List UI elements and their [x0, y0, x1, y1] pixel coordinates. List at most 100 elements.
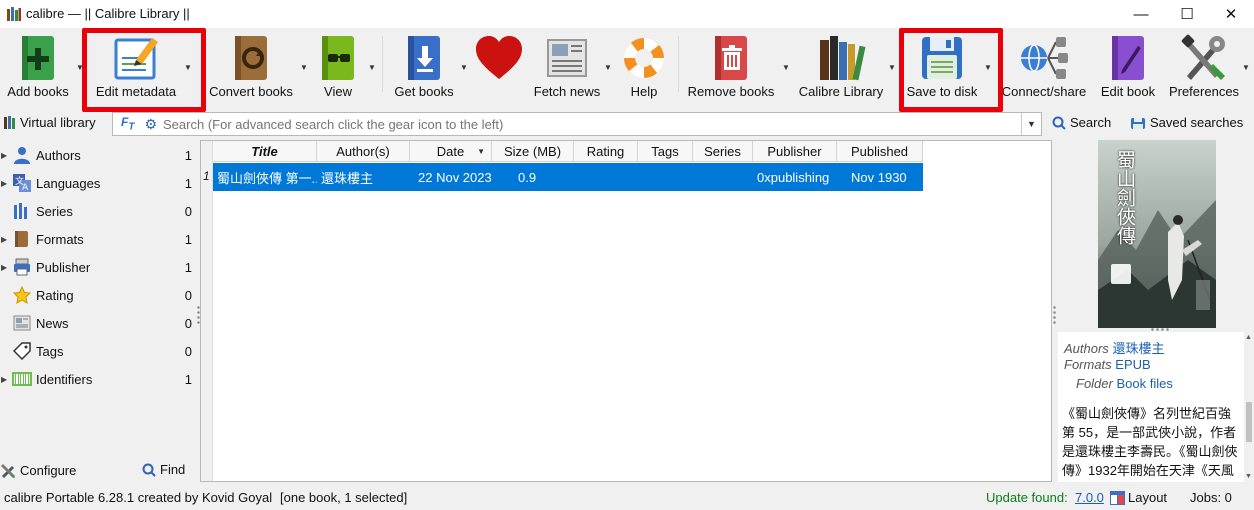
status-bar: calibre Portable 6.28.1 created by Kovid… [0, 486, 1254, 510]
expand-arrow-icon[interactable]: ▶ [1, 263, 7, 272]
search-box[interactable]: FT ⚙ ▼ [112, 112, 1042, 136]
preferences-button[interactable]: Preferences [1168, 30, 1240, 104]
expand-arrow-icon[interactable]: ▶ [1, 375, 7, 384]
jobs-indicator[interactable]: Jobs: 0 [1190, 490, 1232, 505]
scroll-down-arrow-icon[interactable]: ▼ [1245, 473, 1252, 480]
update-version-link[interactable]: 7.0.0 [1075, 490, 1104, 505]
cell-title[interactable]: 蜀山劍俠傳 第一... [213, 163, 317, 191]
title-bar: calibre — || Calibre Library || — ☐ ✕ [0, 0, 1254, 28]
saved-searches-button[interactable]: Saved searches [1130, 115, 1243, 130]
tag-category-rating[interactable]: Rating 0 [0, 281, 198, 309]
edit-metadata-dropdown[interactable]: ▼ [184, 64, 192, 72]
save-to-disk-icon [916, 30, 968, 86]
preferences-dropdown[interactable]: ▼ [1242, 64, 1250, 72]
find-button[interactable]: Find [142, 462, 185, 477]
expand-arrow-icon[interactable]: ▶ [1, 235, 7, 244]
get-books-dropdown[interactable]: ▼ [460, 64, 468, 72]
column-header-title[interactable]: Title [213, 141, 317, 162]
add-books-dropdown[interactable]: ▼ [76, 64, 84, 72]
table-header: Title Author(s) Date Size (MB) Rating Ta… [213, 141, 923, 162]
configure-button[interactable]: Configure [0, 462, 76, 478]
layout-icon [1110, 490, 1125, 505]
convert-books-icon [225, 30, 277, 86]
tag-category-news[interactable]: News 0 [0, 309, 198, 337]
view-button[interactable]: View [312, 30, 364, 104]
format-link[interactable]: EPUB [1115, 357, 1150, 372]
details-folder-row: Folder Book files [1076, 376, 1173, 391]
cell-publisher[interactable]: 0xpublishing [753, 163, 837, 191]
search-icon [142, 463, 156, 477]
save-to-disk-button[interactable]: Save to disk [904, 30, 980, 104]
column-header-rating[interactable]: Rating [574, 141, 638, 162]
scroll-up-arrow-icon[interactable]: ▲ [1245, 334, 1252, 341]
connect-share-button[interactable]: Connect/share [1002, 30, 1086, 104]
tag-category-formats[interactable]: ▶ Formats 1 [0, 225, 198, 253]
status-app-info: calibre Portable 6.28.1 created by Kovid… [4, 490, 273, 505]
get-books-button[interactable]: Get books [392, 30, 456, 104]
layout-button[interactable]: Layout [1110, 490, 1167, 505]
cell-tags[interactable] [638, 163, 693, 191]
maximize-button[interactable]: ☐ [1164, 0, 1210, 28]
convert-books-button[interactable]: Convert books [206, 30, 296, 104]
tag-category-authors[interactable]: ▶ Authors 1 [0, 141, 198, 169]
svg-text:A: A [22, 183, 29, 192]
view-dropdown[interactable]: ▼ [368, 64, 376, 72]
tag-category-series[interactable]: Series 0 [0, 197, 198, 225]
edit-book-icon [1102, 30, 1154, 86]
search-button[interactable]: Search [1052, 115, 1111, 130]
cover-splitter-handle[interactable] [1150, 328, 1170, 331]
get-books-icon [398, 30, 450, 86]
search-history-dropdown[interactable]: ▼ [1021, 113, 1041, 135]
cell-date[interactable]: 22 Nov 2023 [410, 163, 492, 191]
book-cover[interactable]: 蜀山劍俠傳 [1098, 140, 1216, 328]
cell-published[interactable]: Nov 1930 [837, 163, 923, 191]
fetch-news-button[interactable]: Fetch news [534, 30, 600, 104]
gear-icon[interactable]: ⚙ [144, 116, 157, 133]
column-header-size[interactable]: Size (MB) [492, 141, 574, 162]
remove-books-button[interactable]: Remove books [686, 30, 776, 104]
column-header-published[interactable]: Published [837, 141, 923, 162]
calibre-library-button[interactable]: Calibre Library [798, 30, 884, 104]
tag-category-publisher[interactable]: ▶ Publisher 1 [0, 253, 198, 281]
column-header-authors[interactable]: Author(s) [317, 141, 410, 162]
right-splitter-handle[interactable] [1053, 305, 1056, 325]
folder-link[interactable]: Book files [1116, 376, 1172, 391]
add-books-button[interactable]: Add books [2, 30, 74, 104]
cell-size[interactable]: 0.9 [492, 163, 574, 191]
cell-authors[interactable]: 還珠樓主 [317, 163, 410, 191]
fetch-news-dropdown[interactable]: ▼ [604, 64, 612, 72]
expand-arrow-icon[interactable]: ▶ [1, 151, 7, 160]
column-header-publisher[interactable]: Publisher [753, 141, 837, 162]
row-number[interactable]: 1 [203, 169, 210, 183]
cell-rating[interactable] [574, 163, 638, 191]
convert-books-dropdown[interactable]: ▼ [300, 64, 308, 72]
toolbar-separator [678, 36, 679, 92]
tag-category-identifiers[interactable]: ▶ Identifiers 1 [0, 365, 198, 393]
minimize-button[interactable]: — [1118, 0, 1164, 28]
full-text-search-icon[interactable]: FT [121, 115, 134, 132]
column-header-tags[interactable]: Tags [638, 141, 693, 162]
details-scrollbar[interactable]: ▲ ▼ [1244, 332, 1254, 482]
cell-series[interactable] [693, 163, 753, 191]
edit-metadata-icon [110, 30, 162, 86]
connect-share-icon [1018, 30, 1070, 86]
close-button[interactable]: ✕ [1208, 0, 1254, 28]
remove-books-dropdown[interactable]: ▼ [782, 64, 790, 72]
help-button[interactable]: Help [618, 30, 670, 104]
edit-metadata-button[interactable]: Edit metadata [92, 30, 180, 104]
tag-category-tags[interactable]: Tags 0 [0, 337, 198, 365]
donate-button[interactable] [472, 30, 526, 104]
column-header-date[interactable]: Date [410, 141, 492, 162]
search-input[interactable] [163, 116, 994, 132]
save-to-disk-dropdown[interactable]: ▼ [984, 64, 992, 72]
edit-book-button[interactable]: Edit book [1096, 30, 1160, 104]
virtual-library-button[interactable]: Virtual library [4, 115, 96, 130]
author-link[interactable]: 還珠樓主 [1112, 341, 1164, 356]
column-header-series[interactable]: Series [693, 141, 753, 162]
table-row[interactable]: 蜀山劍俠傳 第一... 還珠樓主 22 Nov 2023 0.9 0xpubli… [213, 163, 923, 191]
calibre-library-dropdown[interactable]: ▼ [888, 64, 896, 72]
scrollbar-thumb[interactable] [1246, 402, 1252, 442]
expand-arrow-icon[interactable]: ▶ [1, 179, 7, 188]
tag-category-languages[interactable]: ▶ 文A Languages 1 [0, 169, 198, 197]
cover-publisher-logo [1111, 264, 1131, 284]
